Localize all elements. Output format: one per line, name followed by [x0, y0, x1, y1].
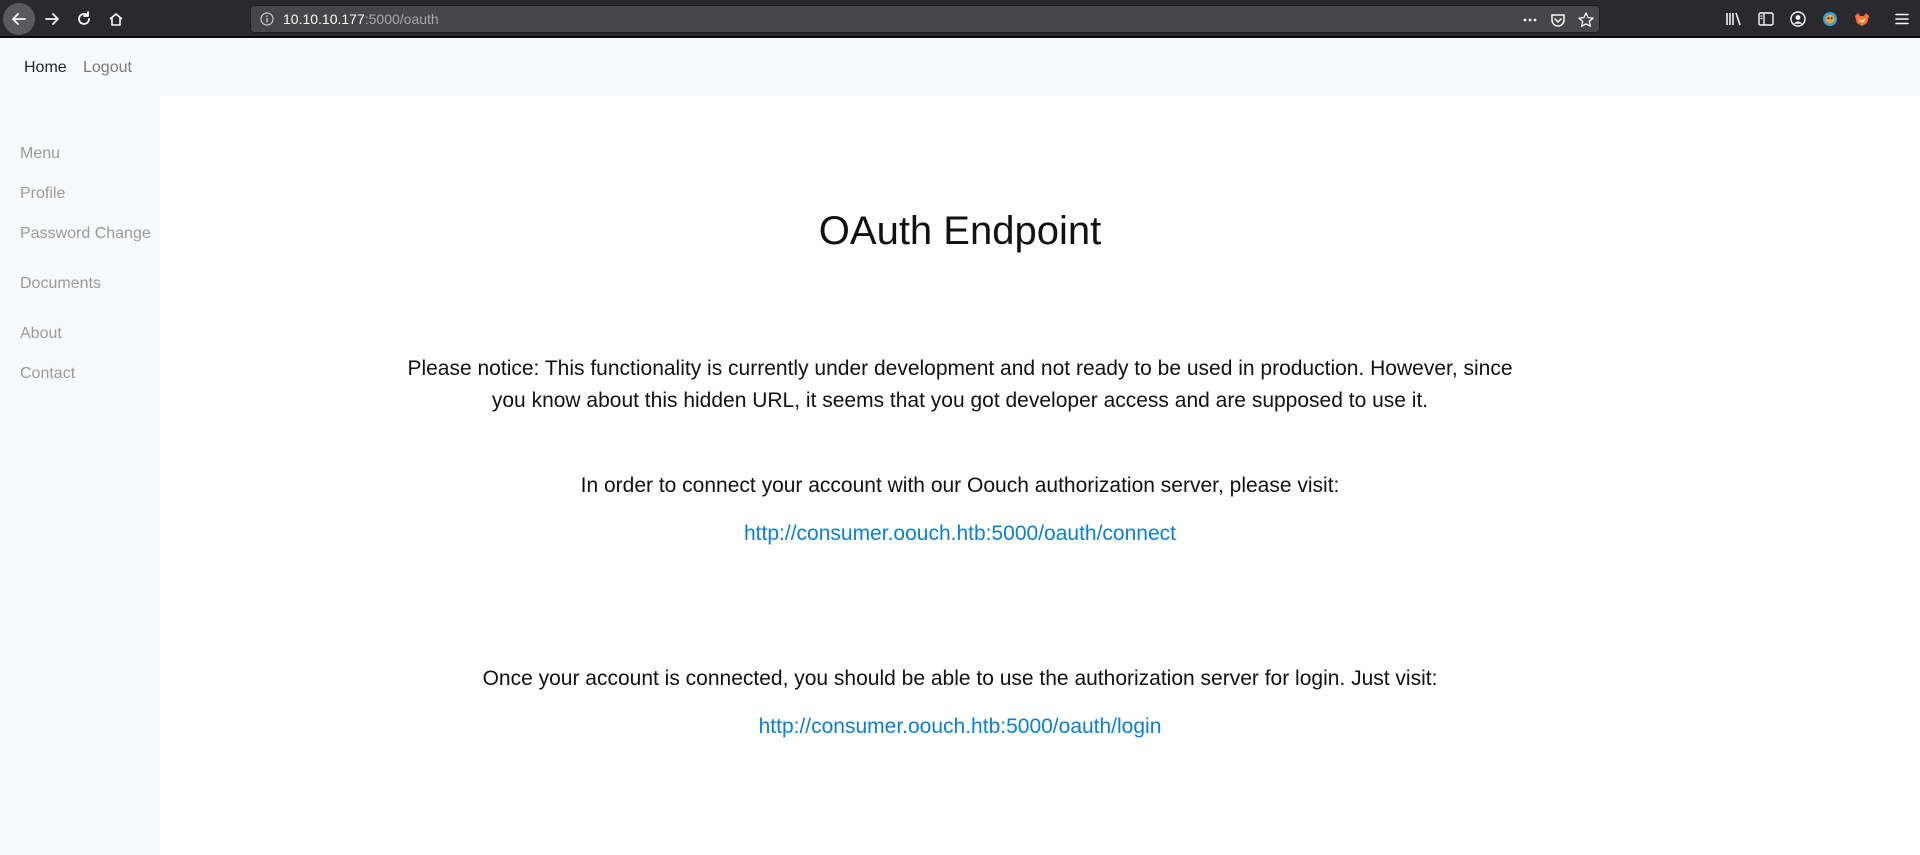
sidebar: Menu Profile Password Change Documents A… — [0, 96, 160, 855]
extension-fox-icon[interactable] — [1853, 10, 1871, 28]
forward-button[interactable] — [36, 3, 68, 35]
library-icon[interactable] — [1724, 10, 1742, 28]
url-path: :5000/oauth — [364, 11, 439, 27]
sidebar-item-menu[interactable]: Menu — [20, 145, 60, 163]
web-page: Home Logout Menu Profile Password Change… — [0, 38, 1920, 855]
sidebar-item-documents[interactable]: Documents — [20, 275, 101, 293]
development-notice: Please notice: This functionality is cur… — [160, 353, 1760, 417]
top-navbar: Home Logout — [0, 38, 1920, 96]
nav-home-link[interactable]: Home — [24, 59, 67, 77]
nav-logout-link[interactable]: Logout — [83, 59, 132, 77]
back-icon — [12, 13, 26, 25]
bookmark-star-icon[interactable] — [1577, 11, 1595, 29]
sidebar-item-about[interactable]: About — [20, 325, 62, 343]
url-host: 10.10.10.177 — [283, 11, 365, 27]
main-content: OAuth Endpoint Please notice: This funct… — [160, 96, 1920, 855]
more-icon[interactable] — [1521, 11, 1539, 29]
notice-line-1: Please notice: This functionality is cur… — [407, 357, 1513, 380]
reload-button[interactable] — [68, 3, 100, 35]
sidebar-item-contact[interactable]: Contact — [20, 365, 75, 383]
pocket-icon[interactable] — [1549, 11, 1567, 29]
connect-instructions: In order to connect your account with ou… — [580, 474, 1340, 497]
sidebar-icon[interactable] — [1757, 10, 1775, 28]
oauth-connect-link[interactable]: http://consumer.oouch.htb:5000/oauth/con… — [744, 522, 1176, 545]
url-text[interactable]: 10.10.10.177:5000/oauth — [283, 11, 439, 27]
home-button[interactable] — [100, 3, 132, 35]
account-icon[interactable] — [1789, 10, 1807, 28]
login-instructions: Once your account is connected, you shou… — [482, 667, 1438, 690]
forward-icon — [45, 13, 59, 25]
sidebar-item-password-change[interactable]: Password Change — [20, 225, 151, 243]
info-icon[interactable] — [259, 11, 275, 27]
oauth-login-link[interactable]: http://consumer.oouch.htb:5000/oauth/log… — [759, 715, 1162, 738]
back-button[interactable] — [3, 3, 35, 35]
url-bar[interactable]: 10.10.10.177:5000/oauth — [250, 5, 1600, 33]
page-title: OAuth Endpoint — [818, 209, 1102, 253]
extension-icon[interactable] — [1821, 10, 1839, 28]
browser-toolbar: 10.10.10.177:5000/oauth — [0, 0, 1920, 38]
menu-icon[interactable] — [1893, 10, 1911, 28]
notice-line-2: you know about this hidden URL, it seems… — [491, 389, 1429, 412]
sidebar-item-profile[interactable]: Profile — [20, 185, 65, 203]
home-icon — [109, 13, 123, 26]
reload-icon — [78, 11, 90, 25]
